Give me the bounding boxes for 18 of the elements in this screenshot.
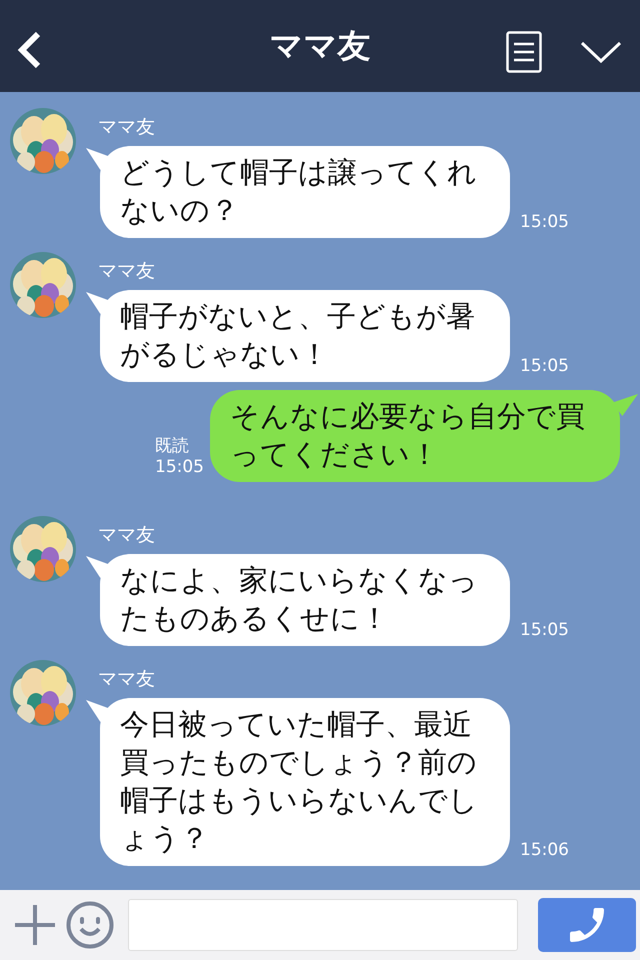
sender-name: ママ友 <box>98 523 156 548</box>
message-time: 15:05 <box>520 212 569 234</box>
message-time: 15:05 <box>155 457 204 478</box>
message-input[interactable] <box>128 899 518 951</box>
call-button[interactable] <box>538 898 636 952</box>
read-receipt: 既読 <box>155 436 190 457</box>
sender-name: ママ友 <box>98 259 156 284</box>
chat-title: ママ友 <box>270 24 370 66</box>
message-time: 15:05 <box>520 620 569 642</box>
chevron-down-icon[interactable] <box>580 40 622 64</box>
plus-icon[interactable] <box>14 904 56 946</box>
phone-icon <box>570 908 604 942</box>
emoji-icon[interactable] <box>66 901 114 949</box>
message-time: 15:06 <box>520 840 569 862</box>
menu-icon[interactable] <box>506 31 542 73</box>
message-time: 15:05 <box>520 356 569 378</box>
sender-name: ママ友 <box>98 115 156 140</box>
sender-name: ママ友 <box>98 667 156 692</box>
